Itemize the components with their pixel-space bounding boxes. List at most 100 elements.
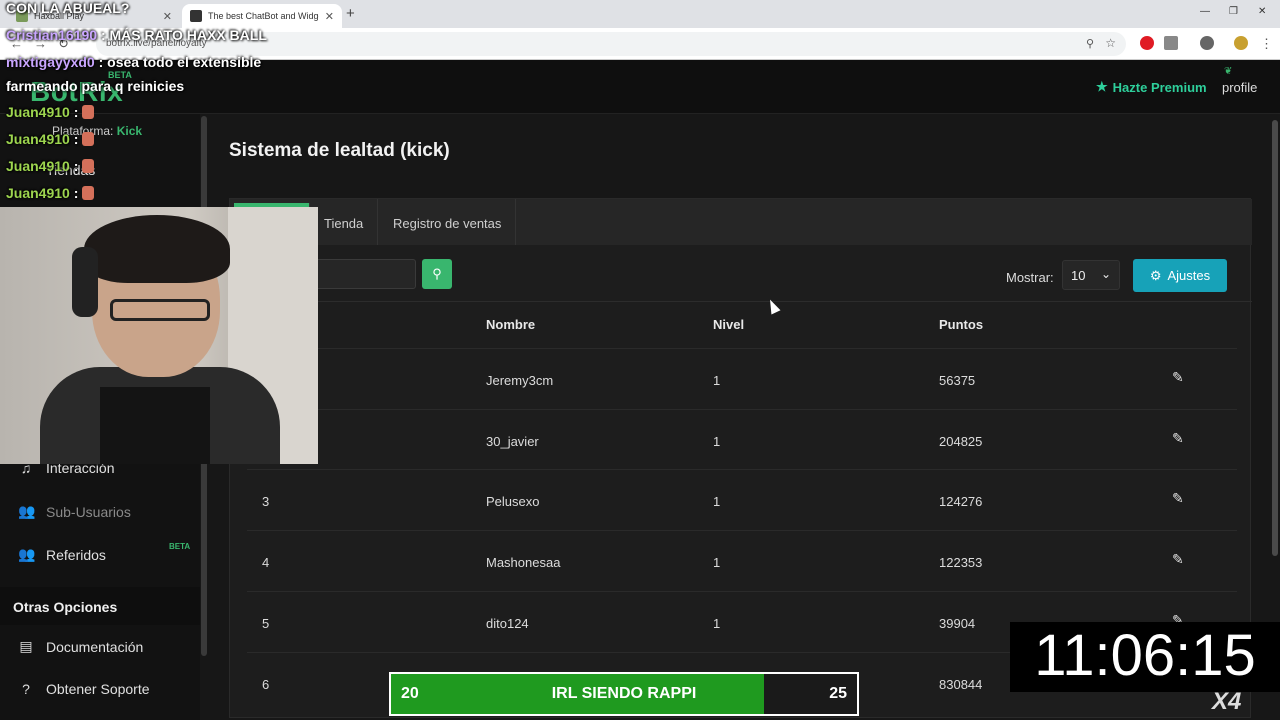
edit-pencil-icon[interactable]: ✎ <box>1172 490 1184 507</box>
row-level: 1 <box>713 616 721 631</box>
row-name: Jeremy3cm <box>486 373 554 388</box>
extension-icon[interactable] <box>1200 36 1214 50</box>
tab-registro-ventas[interactable]: Registro de ventas <box>379 199 517 245</box>
emote-icon <box>82 186 95 200</box>
row-rank: 5 <box>262 616 270 631</box>
users-icon: 👥 <box>18 503 36 519</box>
screen: Haxball Play ✕ The best ChatBot and Widg… <box>0 0 1280 720</box>
profile-leaf-icon: ❦ <box>1224 66 1233 77</box>
chat-text: : MÁS RATO HAXX BALL <box>100 27 267 43</box>
referrals-icon: 👥 <box>18 546 36 562</box>
table-row: 4 Mashonesaa 1 122353 ✎ <box>247 530 1237 591</box>
webcam-overlay <box>0 207 318 464</box>
row-name: dito124 <box>486 616 529 631</box>
panel-tabs: Tienda Registro de ventas <box>230 199 1252 245</box>
row-points: 124276 <box>939 494 983 509</box>
emote-icon <box>82 132 95 146</box>
close-icon[interactable]: ✕ <box>163 10 172 23</box>
chat-line: CON LA ABUEAL? <box>6 0 129 16</box>
page-scrollbar[interactable] <box>1272 120 1278 556</box>
settings-button[interactable]: ⚙ Ajustes <box>1133 259 1227 292</box>
profile-link[interactable]: profile <box>1222 80 1257 95</box>
referidos-beta-badge: BETA <box>169 542 191 551</box>
row-name: 30_javier <box>486 434 539 449</box>
chat-user: Cristian16190 <box>6 27 98 43</box>
sidebar-section-otras-opciones: Otras Opciones <box>0 587 200 625</box>
browser-tabbar: Haxball Play ✕ The best ChatBot and Widg… <box>0 0 1280 28</box>
column-header-nombre[interactable]: Nombre <box>486 317 535 332</box>
edit-pencil-icon[interactable]: ✎ <box>1172 430 1184 447</box>
chat-user: Juan4910 <box>6 104 70 120</box>
row-rank: 6 <box>262 677 270 692</box>
row-level: 1 <box>713 434 721 449</box>
chat-text: : <box>73 158 79 174</box>
tab-tienda[interactable]: Tienda <box>310 199 379 245</box>
chat-line: Juan4910 : <box>6 104 95 120</box>
row-points: 56375 <box>939 373 976 388</box>
bookmark-star-icon[interactable]: ☆ <box>1105 36 1116 50</box>
table-row: Jeremy3cm 1 56375 ✎ <box>247 348 1237 409</box>
page-title: Sistema de lealtad (kick) <box>229 140 450 161</box>
zoom-icon[interactable]: ⚲ <box>1086 37 1094 50</box>
chat-text: : <box>73 104 79 120</box>
chat-line: mixtigayyxd0 : osea todo el extensible <box>6 54 261 70</box>
browser-tab-botrix[interactable]: The best ChatBot and Widgets ✕ <box>182 4 342 28</box>
edit-pencil-icon[interactable]: ✎ <box>1172 551 1184 568</box>
stream-clock: 11:06:15 <box>1010 622 1280 692</box>
row-level: 1 <box>713 373 721 388</box>
chat-user: mixtigayyxd0 <box>6 54 95 70</box>
sidebar-item-soporte[interactable]: ? Obtener Soporte <box>18 681 150 697</box>
table-row: 3 Pelusexo 1 124276 ✎ <box>247 469 1237 530</box>
gears-icon: ⚙ <box>1149 267 1162 283</box>
chat-line: Juan4910 : <box>6 158 95 174</box>
question-icon: ? <box>22 681 30 697</box>
extensions-puzzle-icon[interactable] <box>1164 36 1178 50</box>
settings-label: Ajustes <box>1167 268 1211 283</box>
show-label: Mostrar: <box>1006 270 1054 285</box>
divider <box>230 301 1252 302</box>
row-rank: 4 <box>262 555 270 570</box>
table-row: 30_javier 1 204825 ✎ <box>247 409 1237 470</box>
avatar[interactable] <box>1234 36 1248 50</box>
search-button[interactable]: ⚲ <box>422 259 452 289</box>
edit-pencil-icon[interactable]: ✎ <box>1172 369 1184 386</box>
column-header-puntos[interactable]: Puntos <box>939 317 983 332</box>
webcam-streamer-shirt <box>100 387 210 464</box>
webcam-streamer-hair <box>84 215 230 283</box>
chevron-down-icon: ⌄ <box>1100 267 1111 281</box>
sidebar-item-label: Obtener Soporte <box>46 681 150 697</box>
chat-line: Cristian16190 : MÁS RATO HAXX BALL <box>6 27 267 43</box>
column-header-nivel[interactable]: Nivel <box>713 317 744 332</box>
row-rank: 3 <box>262 494 270 509</box>
sidebar-item-sub-usuarios[interactable]: 👥 Sub-Usuarios <box>18 503 131 520</box>
botrix-favicon-icon <box>190 10 202 22</box>
window-close-icon[interactable]: ✕ <box>1258 6 1266 17</box>
chat-line: Juan4910 : <box>6 131 95 147</box>
sidebar-item-label: Documentación <box>46 638 144 655</box>
row-name: Mashonesaa <box>486 555 561 570</box>
sidebar-item-label: Referidos <box>46 546 106 563</box>
emote-icon <box>82 159 95 173</box>
sidebar-item-referidos[interactable]: 👥 Referidos <box>18 546 106 563</box>
restore-icon[interactable]: ❐ <box>1229 6 1238 17</box>
book-icon: ▤ <box>19 638 33 654</box>
opera-extension-icon[interactable] <box>1140 36 1154 50</box>
premium-button[interactable]: ★ Hazte Premium <box>1096 79 1207 95</box>
chat-text: CON LA ABUEAL? <box>6 0 130 16</box>
chat-text: : osea todo el extensible <box>98 54 262 70</box>
new-tab-icon[interactable]: + <box>346 5 355 22</box>
multiplier-badge: X4 <box>1212 688 1242 715</box>
chat-user: Juan4910 <box>6 158 70 174</box>
goal-target: 25 <box>829 685 847 702</box>
close-icon[interactable]: ✕ <box>325 10 334 23</box>
row-points: 122353 <box>939 555 983 570</box>
row-points: 830844 <box>939 677 983 692</box>
chat-user: Juan4910 <box>6 185 70 201</box>
minimize-icon[interactable]: — <box>1200 6 1210 17</box>
goal-progress-bar: 20 IRL SIENDO RAPPI 25 <box>389 672 859 716</box>
more-menu-icon[interactable]: ⋮ <box>1260 36 1273 52</box>
page-size-value: 10 <box>1071 268 1086 283</box>
chat-user: Juan4910 <box>6 131 70 147</box>
sidebar-item-documentacion[interactable]: ▤ Documentación <box>18 638 143 655</box>
page-size-select[interactable]: 10 ⌄ <box>1062 260 1120 290</box>
